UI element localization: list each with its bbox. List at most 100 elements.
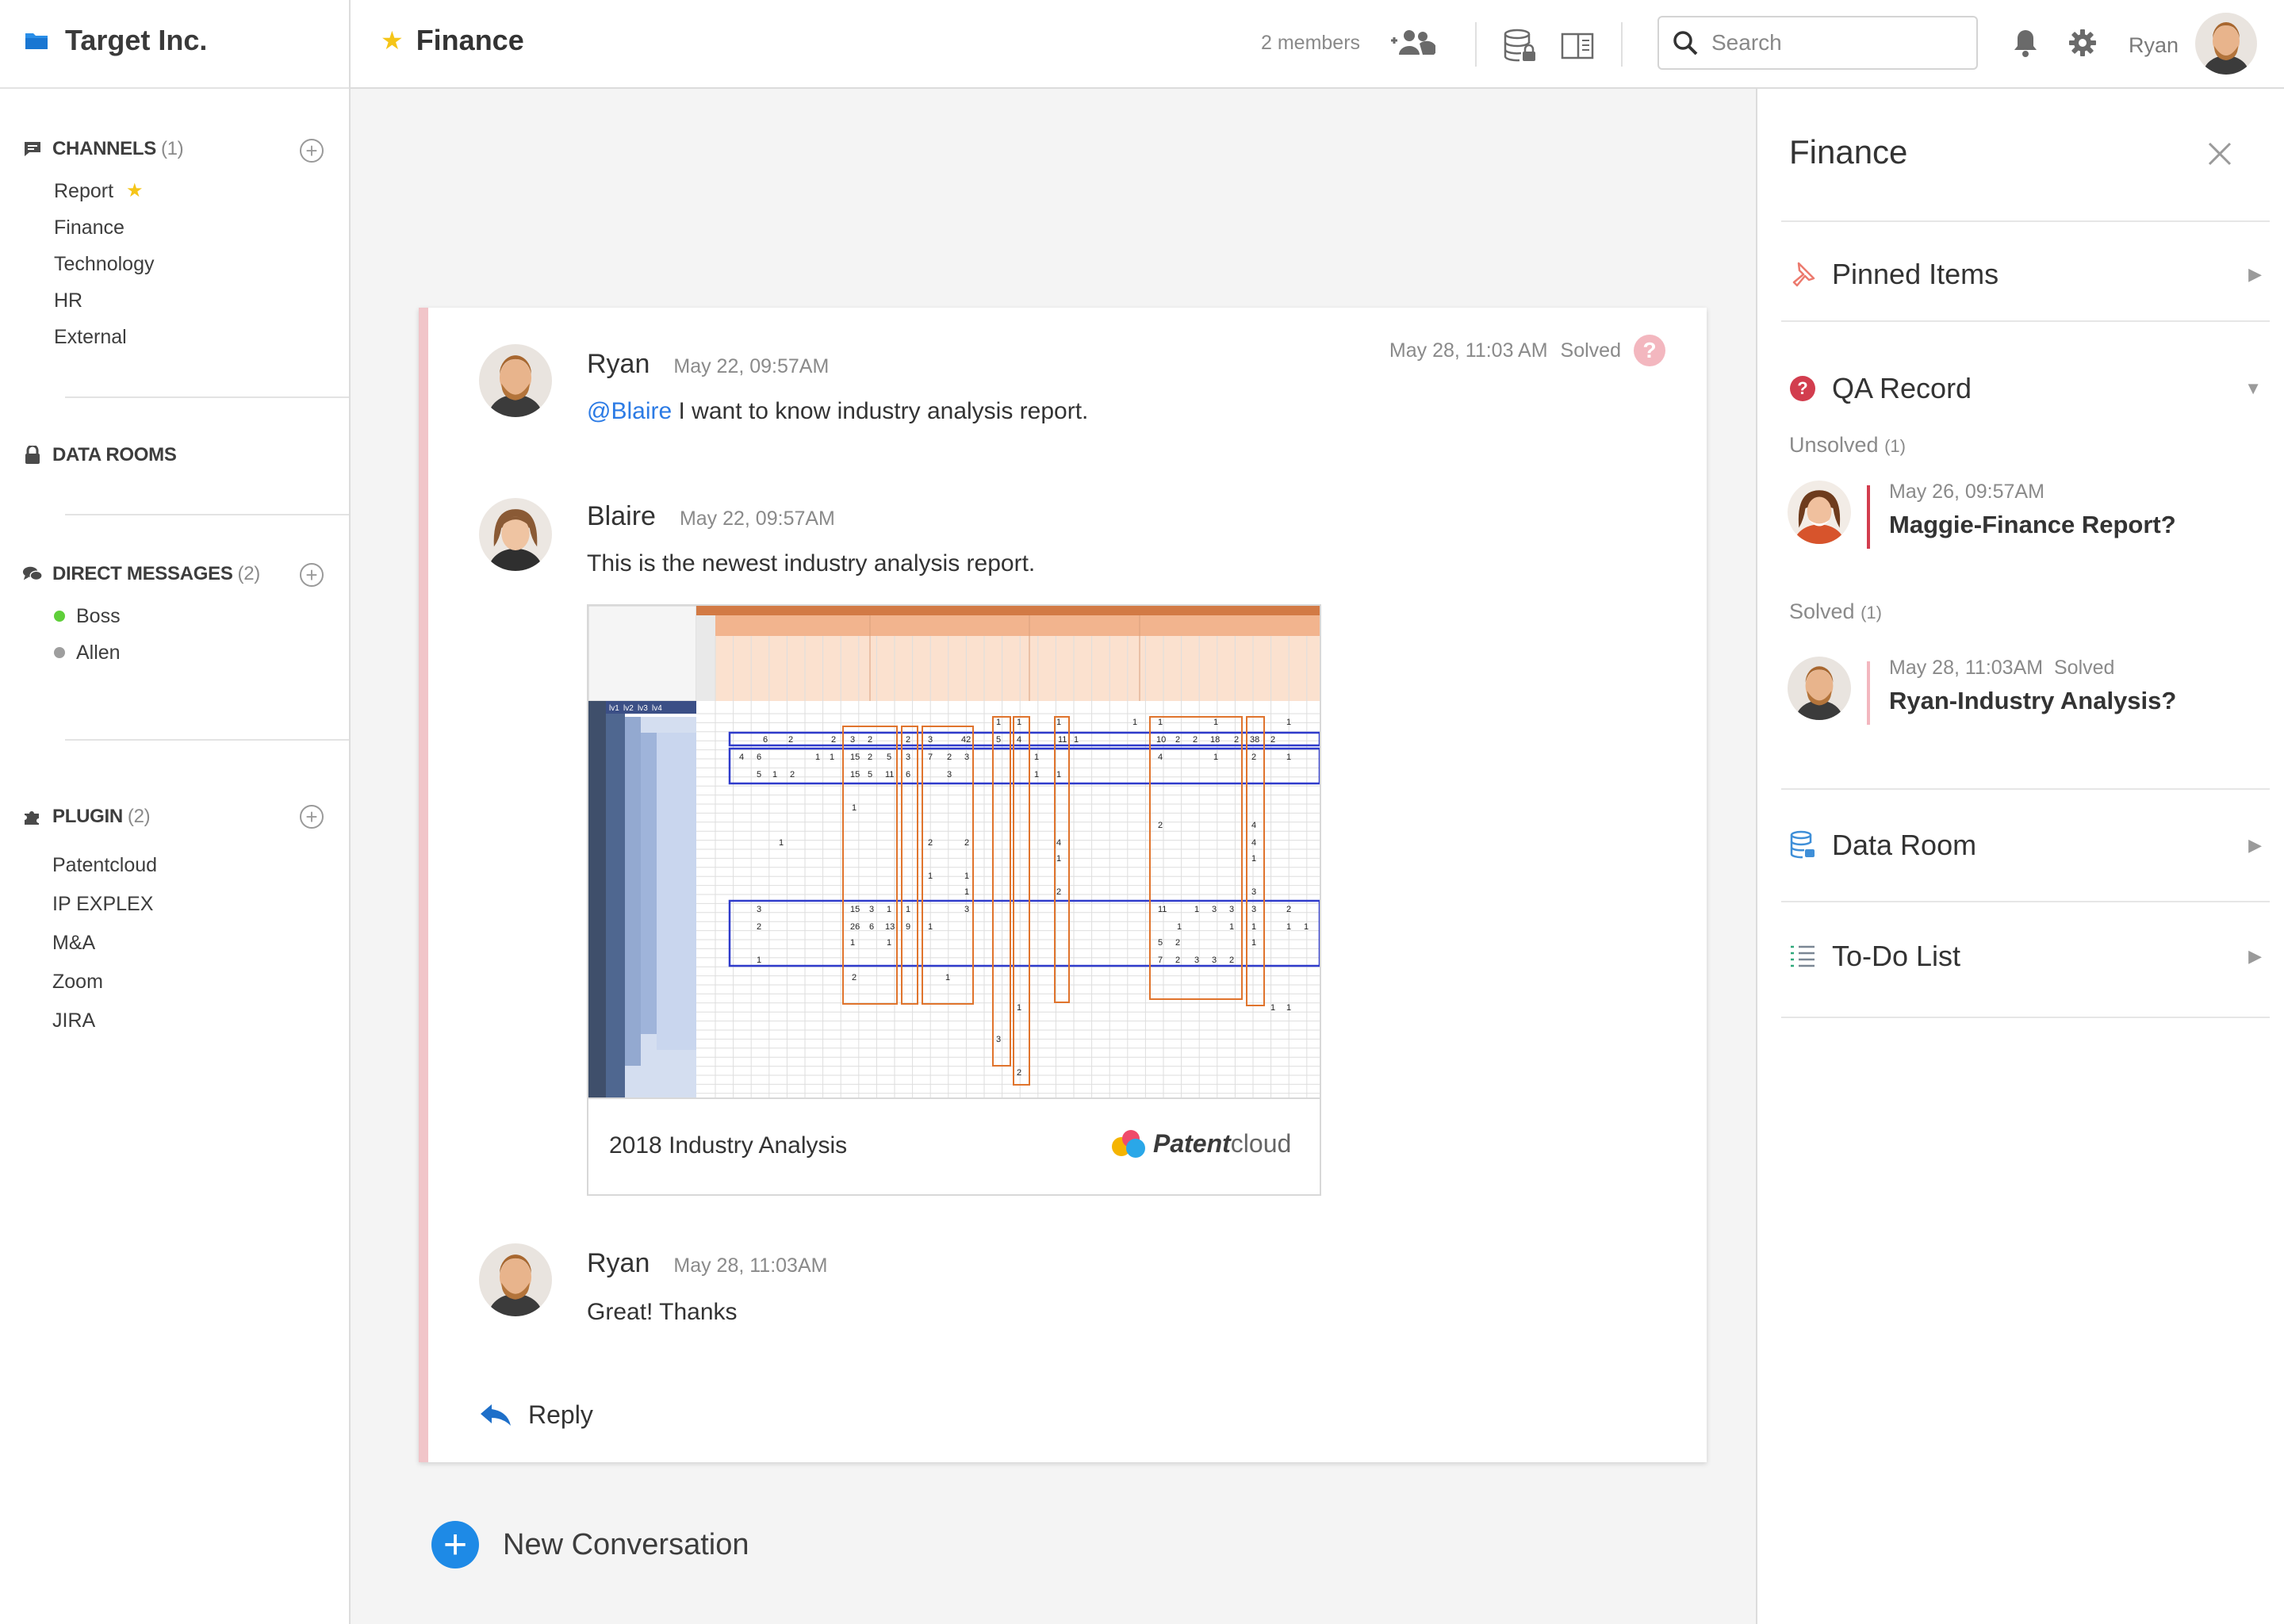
svg-text:1: 1 [1056,854,1061,864]
avatar[interactable] [479,1243,552,1316]
data-room-row[interactable]: Data Room ▶ [1789,822,2262,869]
qa-item[interactable]: May 26, 09:57AM Maggie-Finance Report? [1788,481,2248,560]
message-text: @Blaire I want to know industry analysis… [587,398,1088,425]
qa-record-row[interactable]: ? QA Record ▼ [1789,365,2262,412]
add-plugin-button[interactable]: + [300,805,324,829]
direct-messages-header[interactable]: DIRECT MESSAGES (2) [22,563,260,585]
svg-text:2: 2 [788,735,793,745]
svg-text:6: 6 [763,735,768,745]
sidebar-item-label: M&A [52,931,96,954]
sidebar-item-technology[interactable]: Technology [54,246,154,282]
members-count[interactable]: 2 members [1261,32,1360,55]
channel-list: Report ★ Finance Technology HR External [54,173,154,355]
reply-arrow-icon [481,1404,511,1426]
data-rooms-header[interactable]: DATA ROOMS [22,444,177,466]
sidebar-item-jira[interactable]: JIRA [52,1001,157,1040]
svg-text:5: 5 [996,735,1001,745]
svg-text:3: 3 [906,753,910,762]
svg-text:1: 1 [1034,753,1039,762]
sidebar-item-boss[interactable]: Boss [54,598,121,634]
database-lock-icon[interactable] [1502,27,1539,65]
message-author[interactable]: Ryan [587,349,650,379]
reply-label: Reply [528,1400,593,1429]
sidebar-item-finance[interactable]: Finance [54,209,154,246]
status-time: May 28, 11:03 AM [1389,339,1548,362]
sidebar-item-label: Report [54,180,114,202]
sidebar-item-allen[interactable]: Allen [54,634,121,671]
svg-text:6: 6 [869,922,874,932]
avatar[interactable] [2195,13,2257,75]
sidebar-item-label: Technology [54,253,155,275]
add-channel-button[interactable]: + [300,139,324,163]
avatar[interactable] [479,344,552,417]
svg-text:11: 11 [885,770,894,779]
message-header: Ryan May 22, 09:57AM [587,349,829,380]
svg-text:1: 1 [887,905,891,914]
svg-text:3: 3 [996,1035,1001,1044]
attachment-title[interactable]: 2018 Industry Analysis [609,1132,847,1159]
channels-header[interactable]: CHANNELS (1) [22,138,184,160]
message-author[interactable]: Ryan [587,1248,650,1278]
message-time: May 22, 09:57AM [679,508,835,530]
search-box[interactable] [1657,16,1978,70]
sidebar-item-zoom[interactable]: Zoom [52,962,157,1001]
unsolved-count: (1) [1884,436,1906,456]
pinned-items-row[interactable]: Pinned Items ▶ [1789,251,2262,298]
folder-icon [25,33,48,49]
avatar[interactable] [479,498,552,571]
add-user-icon[interactable] [1386,24,1437,63]
user-name[interactable]: Ryan [2129,33,2179,58]
level-tab: lv4 [652,704,662,713]
svg-text:1: 1 [779,838,784,848]
svg-text:26: 26 [850,922,860,932]
sidebar-item-label: JIRA [52,1009,96,1032]
solved-count: (1) [1861,603,1882,622]
svg-text:13: 13 [885,922,895,932]
sidebar-divider [65,514,349,515]
svg-text:2: 2 [868,753,872,762]
star-icon[interactable]: ★ [381,25,404,56]
svg-text:2: 2 [1175,735,1180,745]
sidebar-item-report[interactable]: Report ★ [54,173,154,209]
svg-text:2: 2 [1056,887,1061,897]
svg-text:3: 3 [1194,956,1199,965]
svg-text:3: 3 [1251,887,1256,897]
workspace-brand[interactable]: Target Inc. [24,21,207,60]
chevron-right-icon: ▶ [2248,946,2262,966]
sidebar-item-m-and-a[interactable]: M&A [52,923,157,962]
message-body: I want to know industry analysis report. [672,398,1089,424]
sidebar-item-patentcloud[interactable]: Patentcloud [52,845,157,884]
level-tab: lv1 [609,704,619,713]
svg-text:6: 6 [906,770,910,779]
gear-icon[interactable] [2067,27,2098,59]
new-conversation-button[interactable]: + New Conversation [431,1521,749,1568]
search-input[interactable] [1710,29,1967,56]
svg-text:1: 1 [1158,718,1163,727]
svg-text:1: 1 [1286,718,1291,727]
todo-list-row[interactable]: To-Do List ▶ [1789,933,2262,980]
bell-icon[interactable] [2010,25,2041,60]
mention-link[interactable]: @Blaire [587,398,672,424]
panel-toggle-icon[interactable] [1559,30,1596,62]
sidebar-item-ip-explex[interactable]: IP EXPLEX [52,884,157,923]
question-icon[interactable]: ? [1634,335,1665,366]
svg-text:3: 3 [850,735,855,745]
svg-text:2: 2 [1175,938,1180,948]
sidebar-item-label: IP EXPLEX [52,892,154,915]
qa-item[interactable]: May 28, 11:03AM Solved Ryan-Industry Ana… [1788,657,2248,736]
plus-circle-icon: + [305,139,318,163]
message-author[interactable]: Blaire [587,501,656,531]
sidebar-item-hr[interactable]: HR [54,282,154,319]
sidebar-item-label: Allen [76,642,121,664]
svg-text:1: 1 [1017,718,1021,727]
reply-button[interactable]: Reply [479,1400,593,1430]
close-icon[interactable] [2206,136,2233,176]
svg-text:9: 9 [906,922,910,932]
attachment-card[interactable]: 6 2 2 3 2 2 3 42 5 4 11 1 10 2 2 18 2 38 2 4 6 1 1 15 2 5 3 7 2 3 1 4 1… [587,604,1321,1196]
add-direct-message-button[interactable]: + [300,563,324,587]
svg-text:1: 1 [1251,854,1256,864]
plugin-header[interactable]: PLUGIN (2) [22,806,151,828]
svg-text:2: 2 [868,735,872,745]
sidebar-item-label: Finance [54,216,125,239]
sidebar-item-external[interactable]: External [54,319,154,355]
